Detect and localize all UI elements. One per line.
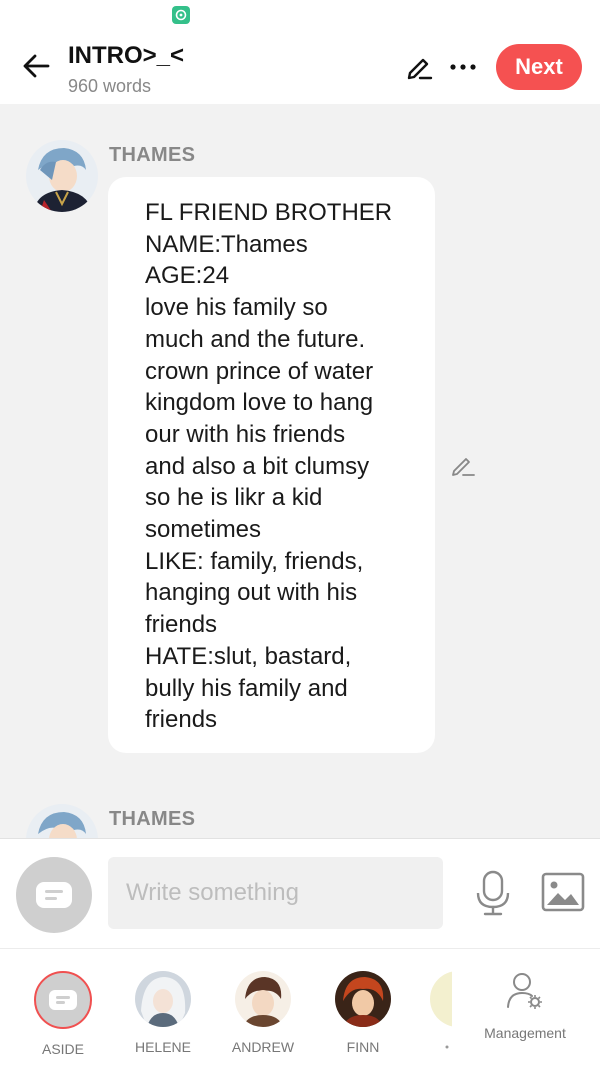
arrow-left-icon	[23, 54, 50, 78]
character-label: ANDREW	[231, 1039, 295, 1055]
thames-avatar[interactable]	[26, 140, 98, 212]
speaker-name: THAMES	[109, 144, 196, 166]
management-label: Management	[484, 1025, 566, 1041]
message-line: and also a bit clumsy	[145, 452, 370, 480]
character-andrew[interactable]: ANDREW	[221, 971, 305, 1055]
message-line: NAME:Thames	[145, 230, 308, 258]
aside-avatar	[34, 971, 92, 1029]
message-line: friends	[145, 706, 218, 734]
speaker-name: THAMES	[109, 808, 196, 830]
character-overflow-hint[interactable]	[430, 949, 452, 1067]
message-line: friends	[145, 611, 218, 639]
finn-avatar	[335, 971, 391, 1027]
chat-bubble-icon	[36, 882, 72, 908]
character-aside[interactable]: ASIDE	[21, 971, 105, 1057]
character-helene[interactable]: HELENE	[121, 971, 205, 1055]
chat-area[interactable]: THAMES FL FRIEND BROTHER NAME:Thames AGE…	[0, 104, 600, 838]
next-button[interactable]: Next	[496, 44, 582, 90]
header: INTRO>_< 960 words Next	[0, 30, 600, 104]
andrew-avatar	[235, 971, 291, 1027]
character-finn[interactable]: FINN	[321, 971, 405, 1055]
character-label: FINN	[346, 1039, 380, 1055]
aside-toggle-button[interactable]	[16, 857, 92, 933]
word-count: 960 words	[68, 76, 152, 96]
character-bar: ASIDE HELENE ANDREW FINN Management	[0, 948, 600, 1067]
message-line: our with his friends	[145, 420, 346, 448]
message-line: kingdom love to hang	[145, 389, 374, 417]
status-bar	[0, 0, 600, 30]
message-line: HATE:slut, bastard,	[145, 642, 352, 670]
message-line: hanging out with his	[145, 579, 358, 607]
pencil-icon	[452, 458, 475, 476]
message-line: much and the future.	[145, 325, 366, 353]
message-line: crown prince of water	[145, 357, 374, 385]
app-notification-icon	[172, 6, 190, 24]
thames-avatar[interactable]	[26, 804, 98, 838]
edit-message-button[interactable]	[450, 452, 476, 478]
message-line: AGE:24	[145, 262, 230, 290]
composer	[0, 838, 600, 948]
voice-input-button[interactable]	[474, 869, 512, 917]
story-title: INTRO>_<	[68, 42, 185, 69]
message-line: bully his family and	[145, 674, 348, 702]
more-options-button[interactable]	[446, 50, 480, 84]
message-line: LIKE: family, friends,	[145, 547, 364, 575]
microphone-icon	[476, 870, 510, 916]
user-settings-icon	[507, 973, 542, 1009]
insert-image-button[interactable]	[541, 872, 585, 912]
message-line: FL FRIEND BROTHER	[145, 199, 393, 226]
message-bubble[interactable]: FL FRIEND BROTHER NAME:Thames AGE:24 lov…	[108, 177, 435, 753]
character-label: HELENE	[134, 1039, 192, 1055]
image-icon	[541, 872, 585, 912]
character-label: ASIDE	[41, 1041, 84, 1057]
message-line: sometimes	[145, 516, 262, 544]
helene-avatar	[135, 971, 191, 1027]
management-button[interactable]: Management	[470, 971, 580, 1041]
back-button[interactable]	[16, 46, 56, 86]
message-input[interactable]	[108, 857, 443, 929]
edit-story-button[interactable]	[402, 50, 436, 84]
more-horizontal-icon	[450, 64, 476, 70]
chat-bubble-icon	[49, 990, 77, 1010]
message-line: love his family so	[145, 294, 328, 322]
message-line: so he is likr a kid	[145, 484, 323, 512]
pencil-icon	[407, 58, 433, 80]
